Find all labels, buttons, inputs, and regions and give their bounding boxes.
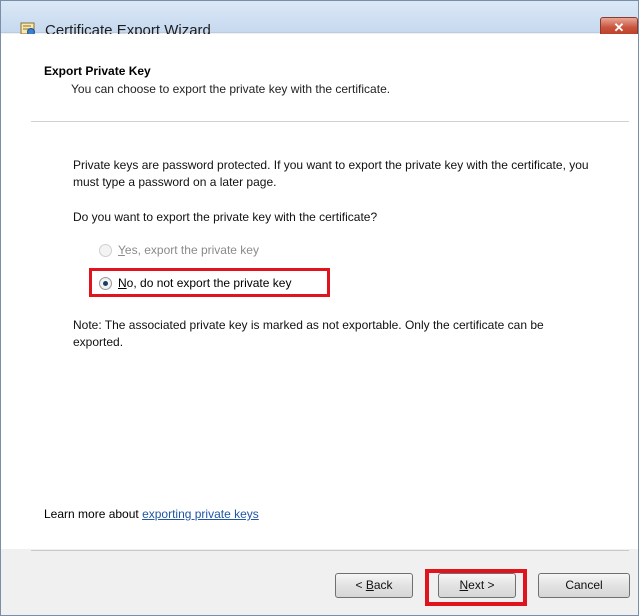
export-question: Do you want to export the private key wi… [73, 210, 378, 224]
radio-button-yes[interactable] [99, 243, 112, 257]
radio-yes-export-key[interactable]: Yes, export the private key [99, 241, 259, 259]
not-exportable-note: Note: The associated private key is mark… [73, 318, 544, 349]
header-divider [31, 121, 629, 122]
highlight-box-no-option [89, 268, 330, 297]
highlight-box-next-button [425, 569, 527, 606]
radio-yes-label: Yes, export the private key [118, 243, 259, 257]
learn-more-text: Learn more about exporting private keys [44, 507, 259, 521]
wizard-header: Export Private Key You can choose to exp… [1, 34, 638, 119]
learn-more-prefix: Learn more about [44, 507, 143, 521]
page-title: Export Private Key [44, 64, 151, 78]
back-button[interactable]: < Back [335, 573, 413, 598]
password-info-text: Private keys are password protected. If … [73, 158, 589, 189]
title-bar: Certificate Export Wizard ✕ [1, 1, 638, 39]
exporting-private-keys-link[interactable]: exporting private keys [142, 507, 259, 521]
certificate-export-wizard-window: Certificate Export Wizard ✕ Export Priva… [0, 0, 639, 616]
page-subtitle: You can choose to export the private key… [71, 82, 391, 96]
cancel-button[interactable]: Cancel [538, 573, 630, 598]
